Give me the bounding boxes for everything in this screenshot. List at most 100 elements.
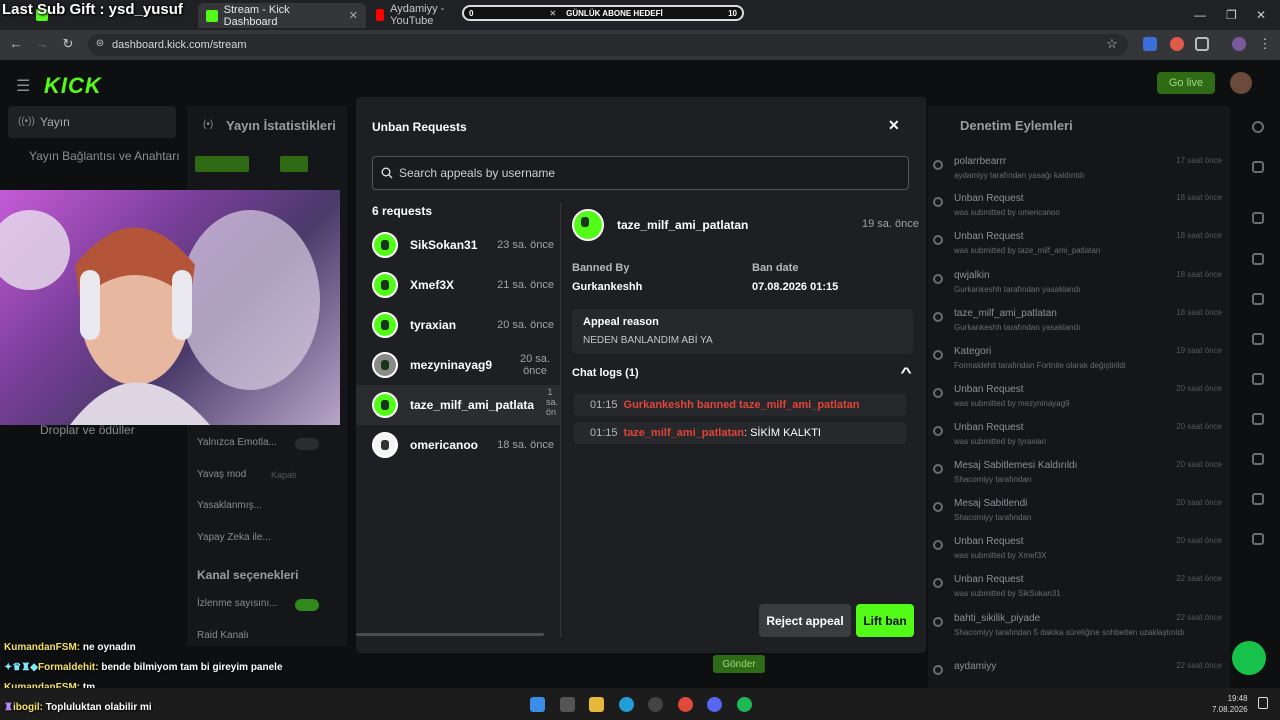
gem-icon[interactable] — [1252, 533, 1264, 545]
bookmark-star-icon[interactable]: ☆ — [1105, 37, 1119, 51]
kick-logo[interactable]: KICK — [44, 73, 102, 99]
emotes-only-toggle[interactable] — [295, 438, 319, 450]
minimize-icon[interactable]: — — [1194, 8, 1206, 22]
mod-action-item[interactable]: Unban Request was submitted by omericanoo… — [930, 193, 1228, 229]
list-item[interactable]: tyraxian 20 sa. önce — [356, 305, 560, 345]
list-item[interactable]: Xmef3X 21 sa. önce — [356, 265, 560, 305]
sidebar-item-drops[interactable]: Droplar ve ödüller — [40, 423, 135, 437]
reload-icon[interactable]: ↻ — [61, 37, 75, 51]
tools-icon[interactable] — [1252, 453, 1264, 465]
list-item[interactable]: SikSokan31 23 sa. önce — [356, 225, 560, 265]
extensions-puzzle-icon[interactable] — [1195, 37, 1209, 51]
info-icon[interactable] — [1252, 121, 1264, 133]
search-icon — [381, 167, 393, 179]
slow-mode-value[interactable]: Kapalı — [271, 470, 297, 480]
log-time: 01:15 — [590, 399, 618, 411]
goal-target: 10 — [728, 8, 737, 18]
mod-action-item[interactable]: Unban Request was submitted by mezyninaya… — [930, 384, 1228, 420]
lift-ban-button[interactable]: Lift ban — [856, 604, 914, 637]
list-item-selected[interactable]: taze_milf_ami_patlatan 1 sa. ön — [356, 385, 560, 425]
edge-icon[interactable] — [619, 697, 634, 712]
address-bar[interactable]: dashboard.kick.com/stream — [88, 34, 1128, 56]
send-button[interactable]: Gönder — [713, 655, 765, 673]
layout-icon[interactable] — [1252, 413, 1264, 425]
hamburger-icon[interactable]: ☰ — [16, 76, 30, 96]
support-chat-button[interactable] — [1232, 641, 1266, 675]
go-live-button[interactable]: Go live — [1157, 72, 1215, 94]
site-info-icon[interactable]: ⊜ — [93, 37, 107, 51]
close-icon[interactable]: ✕ — [349, 9, 358, 22]
edit-icon[interactable] — [1252, 161, 1264, 173]
forward-icon[interactable]: → — [35, 37, 49, 51]
badge-icon: ♜ — [4, 702, 13, 713]
broadcast-icon: ((•)) — [18, 116, 35, 127]
request-time: 23 sa. önce — [497, 239, 554, 251]
search-input[interactable]: Search appeals by username — [372, 156, 909, 190]
broadcast-icon[interactable] — [1252, 373, 1264, 385]
request-username: SikSokan31 — [410, 238, 478, 252]
restore-icon[interactable]: ❐ — [1226, 8, 1237, 22]
list-item[interactable]: omericanoo 18 sa. önce — [356, 425, 560, 465]
mod-action-item[interactable]: taze_milf_ami_patlatan Gurkankeshh tarafı… — [930, 308, 1228, 344]
action-subtitle: Shacomiyy tarafından — [954, 475, 1032, 484]
list-item[interactable]: mezyninayag9 20 sa. önce — [356, 345, 560, 385]
raid-label[interactable]: Raid Kanalı — [197, 630, 249, 641]
kick-favicon-icon — [206, 9, 218, 22]
mod-action-item[interactable]: Unban Request was submitted by Xmef3X 20 s… — [930, 536, 1228, 572]
menu-dots-icon[interactable]: ⋮ — [1258, 37, 1272, 51]
reject-appeal-button[interactable]: Reject appeal — [759, 604, 851, 637]
windows-start-icon[interactable] — [530, 697, 545, 712]
action-icon — [933, 160, 943, 170]
close-window-icon[interactable]: ✕ — [1256, 8, 1266, 22]
appeal-reason-label: Appeal reason — [583, 316, 659, 328]
appeal-reason-text: NEDEN BANLANDIM ABİ YA — [583, 335, 713, 346]
chrome-icon[interactable] — [678, 697, 693, 712]
mod-action-item[interactable]: Unban Request was submitted by tyraxian 20… — [930, 422, 1228, 458]
extension-icon[interactable] — [1170, 37, 1184, 51]
close-icon[interactable]: ✕ — [888, 117, 900, 134]
stats-title: Yayın İstatistikleri — [226, 118, 336, 133]
modal-title: Unban Requests — [372, 120, 467, 134]
translate-extension-icon[interactable] — [1143, 37, 1157, 51]
discord-icon[interactable] — [707, 697, 722, 712]
stream-chat-line: ♜ibogil: Topluluktan olabilir mi — [4, 702, 152, 713]
file-explorer-icon[interactable] — [589, 697, 604, 712]
system-clock[interactable]: 19:48 7.08.2026 — [1212, 693, 1248, 715]
task-view-icon[interactable] — [560, 697, 575, 712]
sidebar-item-connection[interactable]: Yayın Bağlantısı ve Anahtarı — [29, 149, 180, 163]
obs-icon[interactable] — [648, 697, 663, 712]
mod-action-item[interactable]: polarrbearrr aydamiyy tarafından yasağı k… — [930, 156, 1228, 192]
youtube-favicon-icon — [376, 9, 385, 21]
mod-action-item[interactable]: qwjalkin Gurkankeshh tarafından yasakland… — [930, 270, 1228, 306]
go-live-label: Go live — [1168, 77, 1204, 89]
mod-action-item[interactable]: Mesaj Sabitlendi Shacomiyy tarafından 20 s… — [930, 498, 1228, 534]
apps-icon[interactable] — [1252, 493, 1264, 505]
mod-action-item[interactable]: Unban Request was submitted by SikSokan31… — [930, 574, 1228, 610]
action-icon — [933, 235, 943, 245]
back-icon[interactable]: ← — [9, 37, 23, 51]
chat-icon[interactable] — [1252, 333, 1264, 345]
profile-avatar[interactable] — [1232, 37, 1246, 51]
action-title: Unban Request — [954, 422, 1024, 433]
notification-icon[interactable] — [1258, 697, 1268, 709]
bolt-icon[interactable] — [1252, 253, 1264, 265]
chevron-up-icon[interactable]: ^ — [900, 364, 911, 380]
mod-action-item[interactable]: Mesaj Sabitlemesi Kaldırıldı Shacomiyy ta… — [930, 460, 1228, 496]
sidebar-item-stream[interactable]: ((•)) Yayın — [8, 106, 176, 138]
document-icon[interactable] — [1252, 293, 1264, 305]
tab-kick-dashboard[interactable]: Stream - Kick Dashboard ✕ — [198, 3, 366, 28]
ai-label[interactable]: Yapay Zeka ile... — [197, 532, 271, 543]
horizontal-scrollbar[interactable] — [356, 633, 544, 636]
windows-taskbar — [0, 688, 1280, 720]
mod-action-item[interactable]: bahti_sikilik_piyade Shacomiyy tarafından… — [930, 613, 1228, 649]
banned-label[interactable]: Yasaklanmış... — [197, 500, 262, 511]
spotify-icon[interactable] — [737, 697, 752, 712]
user-avatar[interactable] — [1230, 72, 1252, 94]
mod-action-item[interactable]: Unban Request was submitted by taze_milf_… — [930, 231, 1228, 267]
tab-youtube[interactable]: Aydamiyy - YouTube — [368, 4, 466, 26]
log-username[interactable]: taze_milf_ami_patlatan — [624, 427, 744, 439]
status-badge — [195, 156, 249, 172]
settings-icon[interactable] — [1252, 212, 1264, 224]
view-count-toggle[interactable] — [295, 599, 319, 611]
mod-action-item[interactable]: Kategori Formaldehit tarafından Fortnite … — [930, 346, 1228, 382]
